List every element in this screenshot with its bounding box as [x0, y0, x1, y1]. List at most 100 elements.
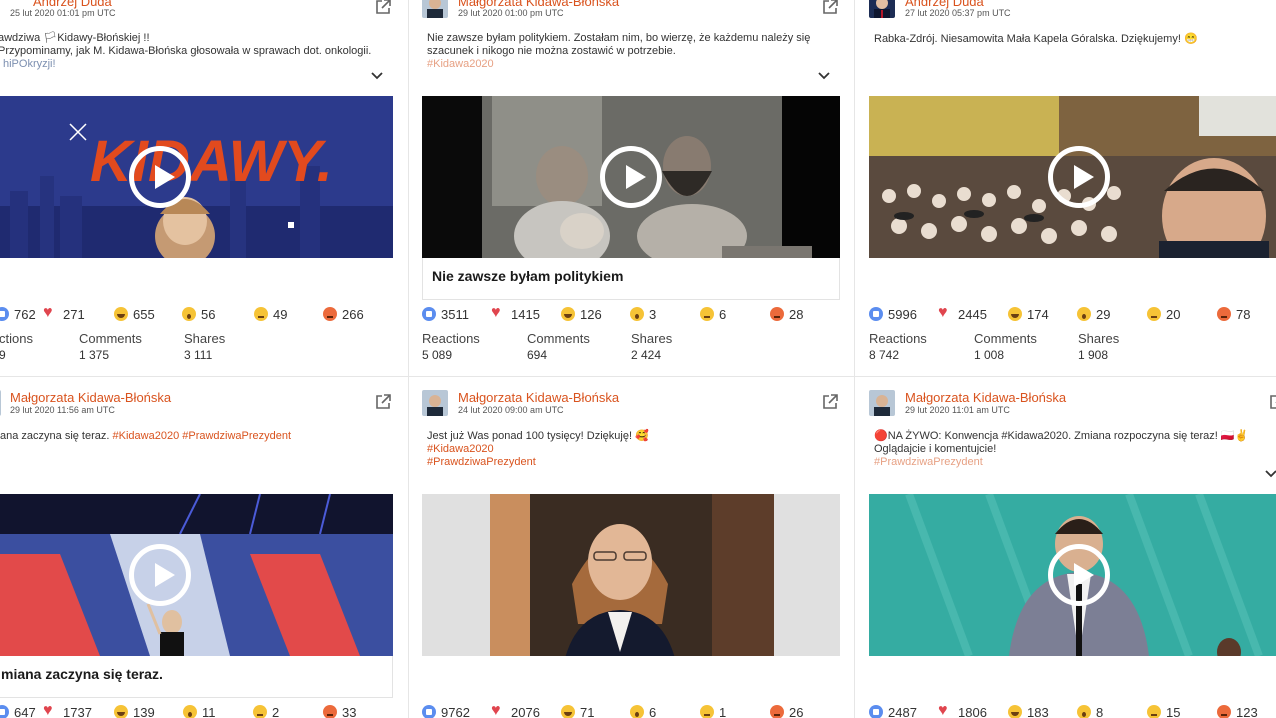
- external-link-icon[interactable]: [821, 0, 839, 16]
- wow-icon: [182, 307, 196, 321]
- reaction-angry: 28: [770, 307, 803, 325]
- chevron-down-icon[interactable]: [818, 72, 830, 80]
- external-link-icon[interactable]: [374, 393, 392, 411]
- post-card: Małgorzata Kidawa-Błońska 29 lut 2020 01…: [422, 0, 840, 370]
- avatar[interactable]: [869, 0, 895, 18]
- reactions-bar: 762 271 655 56 49 266: [0, 304, 393, 325]
- reaction-sad: 49: [254, 307, 287, 325]
- stats-row: Reactions 5 089 Comments 694 Shares 2 424: [422, 331, 840, 365]
- external-link-icon[interactable]: [1268, 393, 1276, 411]
- reaction-like: 3511: [422, 307, 469, 325]
- wow-icon: [630, 307, 644, 321]
- video-thumbnail[interactable]: [0, 494, 393, 656]
- overlay-title: KIDAWY.: [90, 129, 333, 194]
- post-date: 27 lut 2020 05:37 pm UTC: [905, 8, 1011, 18]
- video-thumbnail[interactable]: [869, 96, 1276, 258]
- photo-thumbnail[interactable]: [422, 494, 840, 656]
- post-card: Andrzej Duda 25 lut 2020 01:01 pm UTC aw…: [0, 0, 393, 370]
- avatar[interactable]: [869, 390, 895, 416]
- wow-icon: [630, 705, 644, 718]
- reaction-wow: 11: [183, 705, 216, 718]
- reaction-wow: 29: [1077, 307, 1110, 325]
- play-button-icon[interactable]: [129, 146, 191, 208]
- reaction-like: 2487: [869, 705, 917, 718]
- reaction-sad: 6: [700, 307, 726, 325]
- thumbnail-image: KIDAWY.: [0, 96, 393, 258]
- video-thumbnail[interactable]: KIDAWY.: [0, 96, 393, 258]
- angry-icon: [323, 705, 337, 718]
- reactions-bar: 5996 2445 174 29 20 78: [869, 304, 1276, 325]
- haha-icon: [114, 307, 128, 321]
- reaction-like: 9762: [422, 705, 470, 718]
- post-text-line: Przypominamy, jak M. Kidawa-Błońska głos…: [0, 45, 372, 57]
- video-title-box: miana zaczyna się teraz.: [0, 656, 393, 698]
- post-date: 25 lut 2020 01:01 pm UTC: [10, 8, 116, 18]
- chevron-down-icon[interactable]: [1265, 470, 1276, 478]
- post-text-line: Nie zawsze byłam politykiem. Zostałam ni…: [427, 32, 811, 44]
- hashtag-link[interactable]: #Kidawa2020: [427, 443, 827, 456]
- avatar[interactable]: [0, 390, 1, 416]
- post-text: Jest już Was ponad 100 tysięcy! Dziękuję…: [427, 430, 827, 469]
- hashtag-link[interactable]: #PrawdziwaPrezydent: [427, 456, 827, 469]
- video-title-box: Nie zawsze byłam politykiem: [422, 258, 840, 300]
- post-text-line: ana zaczyna się teraz.: [0, 430, 110, 442]
- reaction-sad: 2: [253, 705, 279, 718]
- avatar[interactable]: [422, 0, 448, 18]
- wow-icon: [1077, 705, 1091, 718]
- external-link-icon[interactable]: [374, 0, 392, 16]
- reaction-haha: 655: [114, 307, 155, 325]
- hashtag-link[interactable]: #PrawdziwaPrezydent: [182, 430, 291, 442]
- post-author[interactable]: Małgorzata Kidawa-Błońska: [458, 390, 619, 405]
- haha-icon: [561, 705, 575, 718]
- love-icon: [491, 702, 506, 718]
- sad-icon: [254, 307, 268, 321]
- love-icon: [491, 304, 506, 322]
- hashtag-link[interactable]: #Kidawa2020: [427, 58, 827, 71]
- post-author[interactable]: Małgorzata Kidawa-Błońska: [10, 390, 171, 405]
- post-author[interactable]: Małgorzata Kidawa-Błońska: [905, 390, 1066, 405]
- column-divider: [408, 0, 409, 718]
- external-link-icon[interactable]: [821, 393, 839, 411]
- hashtag-link[interactable]: #Kidawa2020: [113, 430, 180, 442]
- reaction-like: 5996: [869, 307, 917, 325]
- play-button-icon[interactable]: [600, 146, 662, 208]
- play-button-icon[interactable]: [129, 544, 191, 606]
- reactions-bar: 3511 1415 126 3 6 28: [422, 304, 840, 325]
- reaction-angry: 123: [1217, 705, 1258, 718]
- reaction-sad: 20: [1147, 307, 1180, 325]
- angry-icon: [770, 307, 784, 321]
- haha-icon: [114, 705, 128, 718]
- post-text-line: Rabka-Zdrój. Niesamowita Mała Kapela Gór…: [874, 33, 1198, 45]
- post-text-line: Jest już Was ponad 100 tysięcy! Dziękuję…: [427, 430, 649, 442]
- post-text: Rabka-Zdrój. Niesamowita Mała Kapela Gór…: [874, 33, 1274, 46]
- angry-icon: [323, 307, 337, 321]
- chevron-down-icon[interactable]: [371, 72, 383, 80]
- like-icon: [422, 705, 436, 718]
- sad-icon: [700, 307, 714, 321]
- angry-icon: [770, 705, 784, 718]
- avatar[interactable]: [422, 390, 448, 416]
- post-text-line: awdziwa 🏳Kidawy-Błońskiej !!: [0, 32, 150, 44]
- video-thumbnail[interactable]: [869, 494, 1276, 656]
- stat-reactions: ctions 9: [0, 331, 33, 362]
- haha-icon: [1008, 307, 1022, 321]
- post-card: Małgorzata Kidawa-Błońska 29 lut 2020 11…: [0, 388, 393, 718]
- reaction-haha: 71: [561, 705, 594, 718]
- thumbnail-image: [422, 494, 840, 656]
- reaction-love: 2076: [491, 702, 540, 718]
- play-button-icon[interactable]: [1048, 544, 1110, 606]
- reaction-love: 1737: [43, 702, 92, 718]
- reaction-wow: 3: [630, 307, 656, 325]
- post-text: awdziwa 🏳Kidawy-Błońskiej !! Przypominam…: [0, 32, 393, 71]
- reactions-bar: 9762 2076 71 6 1 26: [422, 702, 840, 718]
- play-button-icon[interactable]: [1048, 146, 1110, 208]
- sad-icon: [1147, 307, 1161, 321]
- video-thumbnail[interactable]: [422, 96, 840, 258]
- post-date: 29 lut 2020 11:01 am UTC: [905, 405, 1010, 415]
- love-icon: [43, 304, 58, 322]
- stat-comments: Comments 1 008: [974, 331, 1037, 362]
- post-date: 24 lut 2020 09:00 am UTC: [458, 405, 564, 415]
- reaction-wow: 8: [1077, 705, 1103, 718]
- wow-icon: [1077, 307, 1091, 321]
- hashtag-link[interactable]: #PrawdziwaPrezydent: [874, 456, 1274, 469]
